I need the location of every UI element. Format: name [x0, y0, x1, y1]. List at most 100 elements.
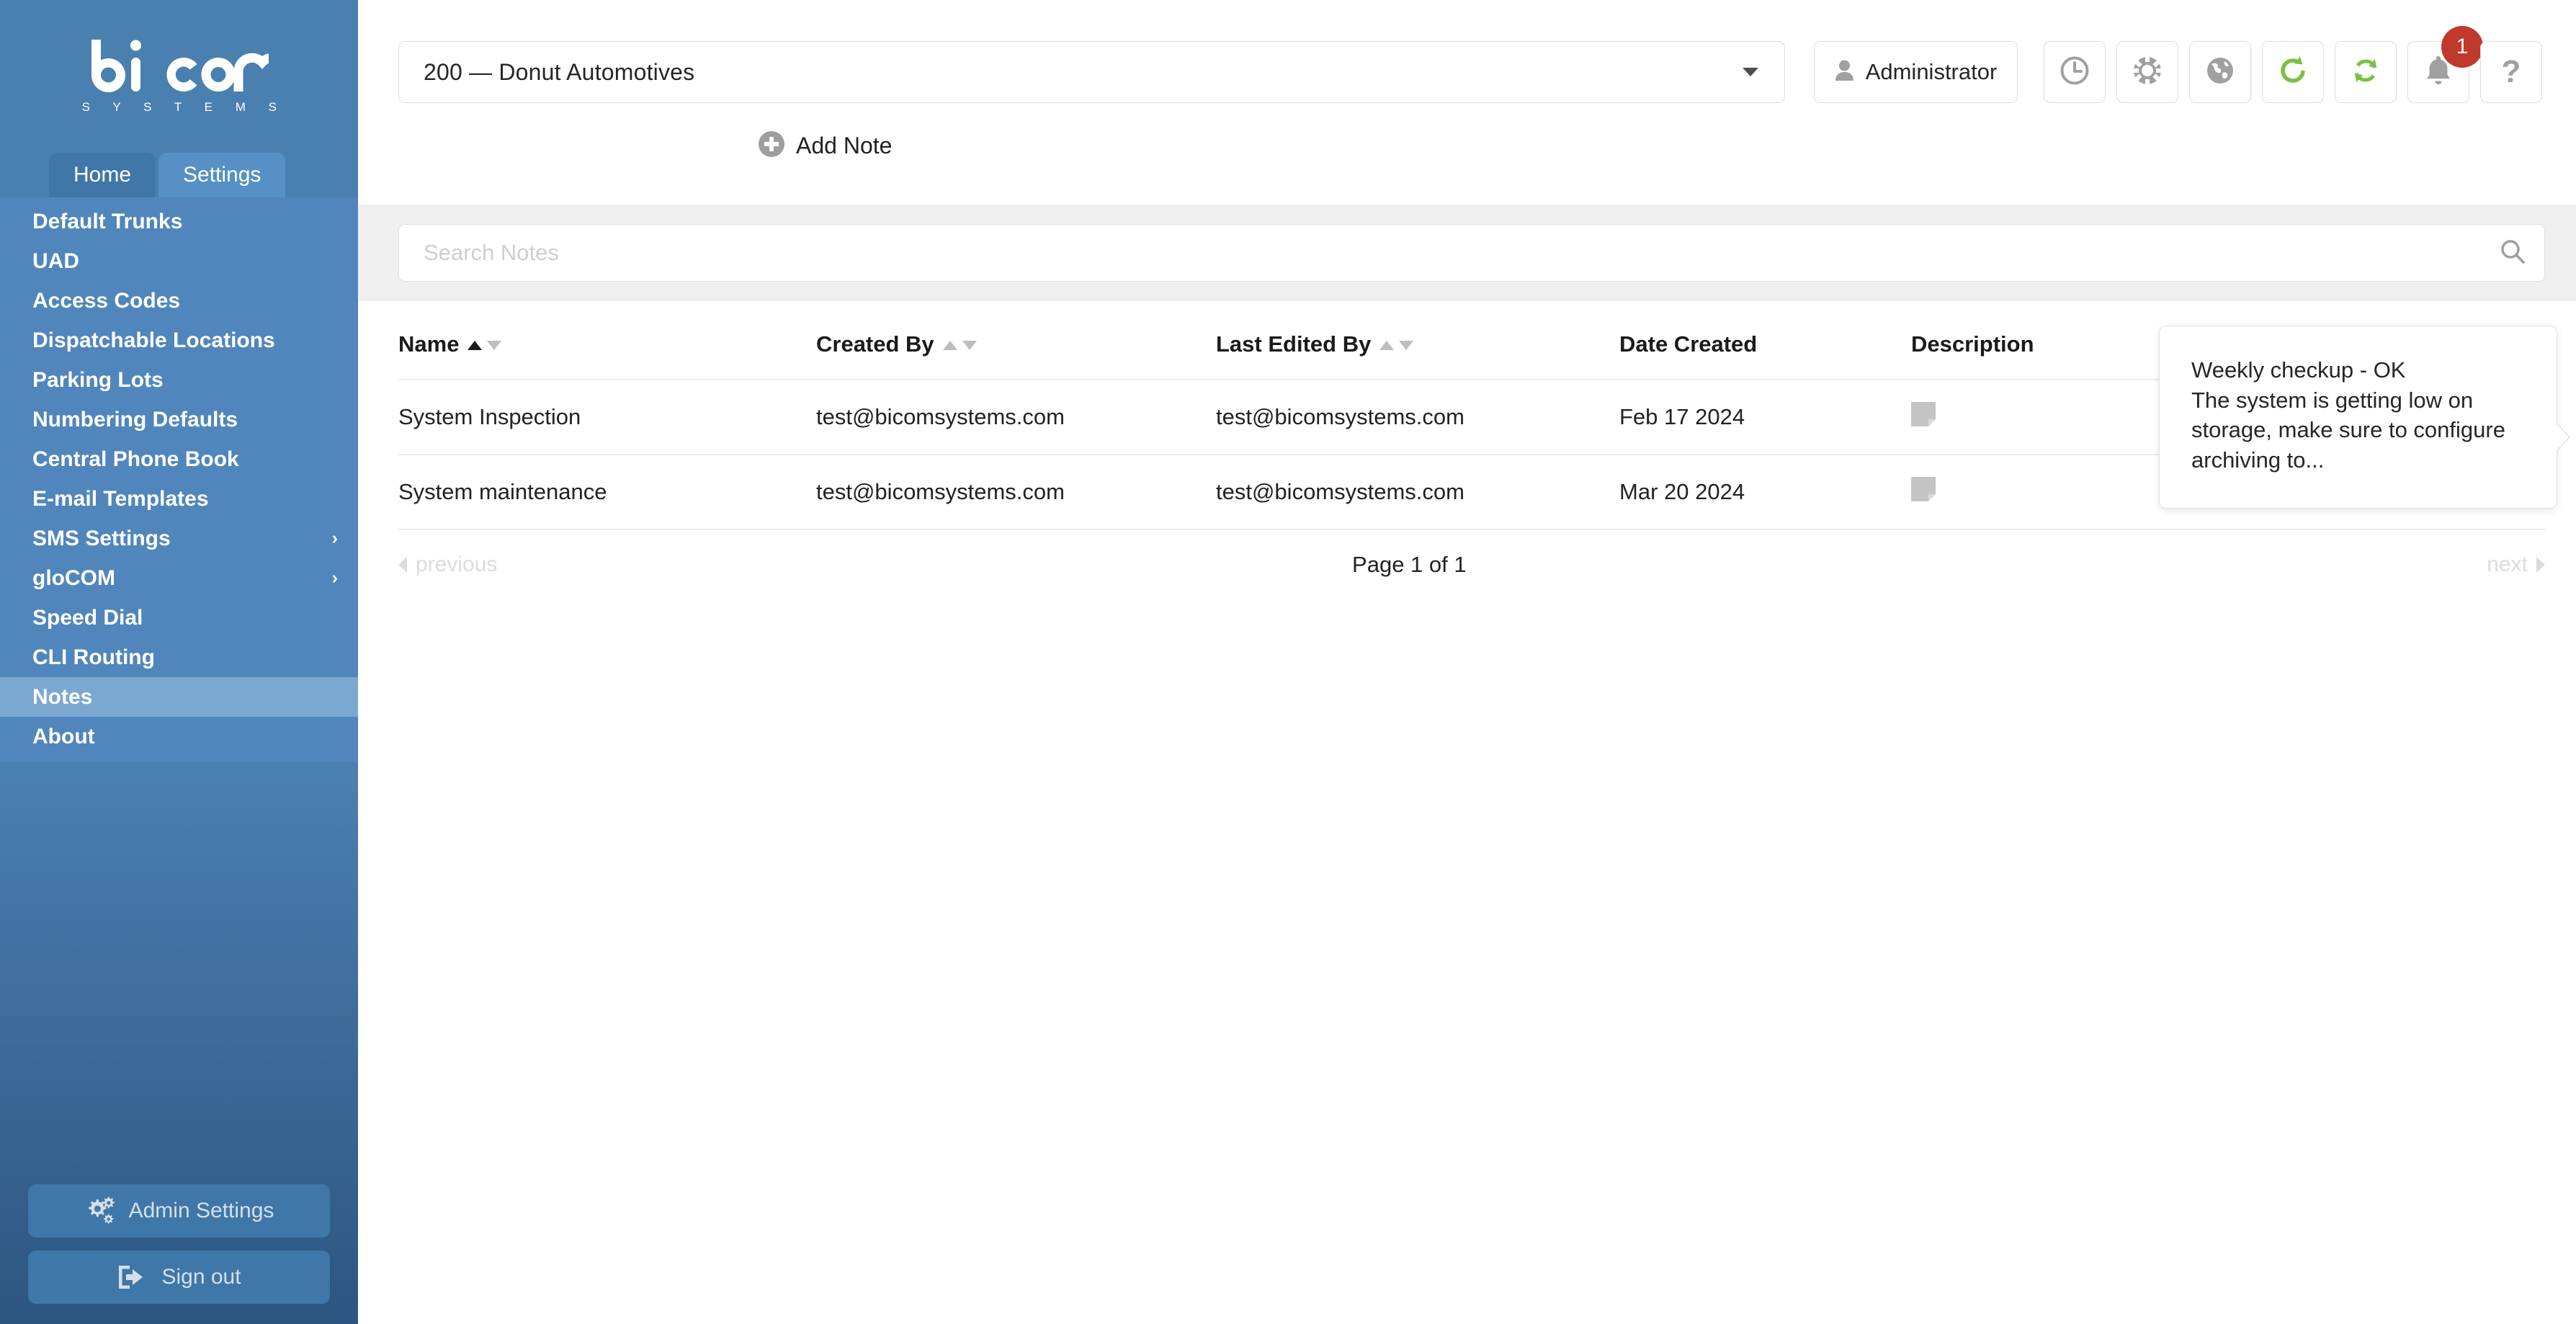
sidebar-item-label: SMS Settings — [32, 526, 171, 550]
tab-home[interactable]: Home — [49, 153, 156, 197]
sort-desc-icon[interactable] — [487, 341, 502, 350]
arrow-right-icon — [2536, 557, 2545, 573]
lifebuoy-icon — [2132, 55, 2163, 89]
column-header-created-by[interactable]: Created By — [816, 301, 1216, 380]
reload-icon — [2278, 55, 2308, 89]
sidebar-actions: Admin Settings Sign out — [0, 1171, 358, 1324]
column-header-label: Last Edited By — [1216, 331, 1372, 357]
notifications-button[interactable]: 1 — [2407, 26, 2483, 103]
sort-desc-icon[interactable] — [1399, 341, 1414, 350]
cell-date-created: Feb 17 2024 — [1619, 380, 1911, 455]
sort-controls[interactable] — [1379, 341, 1414, 350]
sidebar-tabs: Home Settings — [0, 144, 358, 197]
sidebar-item-access-codes[interactable]: Access Codes — [0, 281, 358, 321]
brand-logo: S Y S T E M S — [0, 0, 358, 144]
sort-asc-icon[interactable] — [1379, 341, 1395, 350]
sort-asc-icon[interactable] — [468, 341, 483, 350]
note-preview-icon[interactable] — [1911, 402, 1936, 432]
column-header-date-created[interactable]: Date Created — [1619, 301, 1911, 380]
column-header-label: Date Created — [1619, 331, 1758, 357]
sidebar-item-parking-lots[interactable]: Parking Lots — [0, 360, 358, 400]
sidebar-item-label: Central Phone Book — [32, 447, 239, 471]
sort-controls[interactable] — [468, 341, 502, 350]
support-button[interactable] — [2116, 41, 2178, 103]
search-icon[interactable] — [2500, 238, 2526, 268]
sidebar-item-default-trunks[interactable]: Default Trunks — [0, 202, 358, 241]
sidebar-item-label: Dispatchable Locations — [32, 328, 275, 352]
next-label: next — [2487, 553, 2528, 576]
cell-created-by: test@bicomsystems.com — [816, 455, 1216, 530]
previous-label: previous — [416, 553, 498, 576]
cell-created-by: test@bicomsystems.com — [816, 380, 1216, 455]
cell-date-created: Mar 20 2024 — [1619, 455, 1911, 530]
chevron-right-icon: › — [331, 528, 338, 548]
add-note-label: Add Note — [796, 133, 893, 158]
sign-out-label: Sign out — [161, 1265, 241, 1289]
sidebar-item-about[interactable]: About — [0, 717, 358, 756]
sync-button[interactable] — [2335, 41, 2397, 103]
globe-button[interactable] — [2189, 41, 2251, 103]
sidebar-item-cli-routing[interactable]: CLI Routing — [0, 638, 358, 677]
sidebar-item-numbering-defaults[interactable]: Numbering Defaults — [0, 400, 358, 439]
sidebar-item-label: Access Codes — [32, 288, 181, 313]
gears-icon — [84, 1196, 115, 1225]
company-selector[interactable]: 200 — Donut Automotives — [398, 41, 1785, 103]
next-page-button[interactable]: next — [2487, 553, 2545, 577]
sort-asc-icon[interactable] — [942, 341, 957, 350]
sidebar-item-central-phone-book[interactable]: Central Phone Book — [0, 439, 358, 479]
tab-settings[interactable]: Settings — [158, 153, 286, 197]
column-header-name[interactable]: Name — [398, 301, 816, 380]
chevron-down-icon — [1743, 68, 1758, 76]
clock-button[interactable] — [2044, 41, 2106, 103]
add-note-row: Add Note — [358, 131, 2576, 183]
column-header-last-edited-by[interactable]: Last Edited By — [1216, 301, 1619, 380]
sidebar-item-label: CLI Routing — [32, 645, 155, 669]
sort-controls[interactable] — [942, 341, 977, 350]
tooltip-line-1: Weekly checkup - OK — [2191, 357, 2406, 383]
add-note-button[interactable]: Add Note — [759, 131, 892, 161]
sidebar-item-label: Parking Lots — [32, 367, 164, 392]
cell-name: System maintenance — [398, 455, 816, 530]
previous-page-button[interactable]: previous — [398, 553, 497, 577]
sidebar-item-label: E-mail Templates — [32, 486, 209, 511]
sidebar-menu: Default Trunks UAD Access Codes Dispatch… — [0, 197, 358, 762]
help-button[interactable]: ? — [2480, 41, 2542, 103]
sidebar-item-email-templates[interactable]: E-mail Templates — [0, 479, 358, 519]
globe-icon — [2205, 55, 2235, 89]
plus-circle-icon — [759, 131, 784, 161]
user-menu-button[interactable]: Administrator — [1814, 41, 2018, 103]
notification-badge: 1 — [2441, 26, 2483, 68]
search-input[interactable] — [424, 240, 2500, 266]
sidebar-item-label: Default Trunks — [32, 209, 183, 233]
tooltip-line-2: The system is getting low on storage, ma… — [2191, 387, 2512, 473]
clock-icon — [2060, 55, 2090, 89]
sidebar-item-speed-dial[interactable]: Speed Dial — [0, 598, 358, 638]
admin-settings-button[interactable]: Admin Settings — [28, 1184, 330, 1238]
note-preview-icon[interactable] — [1911, 477, 1936, 507]
admin-settings-label: Admin Settings — [128, 1199, 274, 1222]
sidebar-item-notes[interactable]: Notes — [0, 677, 358, 717]
tooltip-arrow — [2556, 424, 2569, 451]
search-box[interactable] — [398, 224, 2545, 282]
sign-out-button[interactable]: Sign out — [28, 1251, 330, 1304]
page-indicator: Page 1 of 1 — [1352, 552, 1467, 577]
sidebar-item-dispatchable-locations[interactable]: Dispatchable Locations — [0, 321, 358, 360]
brand-subtitle: S Y S T E M S — [81, 100, 287, 114]
user-name-label: Administrator — [1865, 59, 1998, 84]
main-content: 200 — Donut Automotives Administrator 1 … — [358, 0, 2576, 1324]
sidebar-item-label: Numbering Defaults — [32, 407, 238, 431]
note-description-tooltip: Weekly checkup - OK The system is gettin… — [2159, 326, 2570, 509]
column-header-label: Name — [398, 331, 460, 357]
bicom-logo-icon — [89, 38, 291, 97]
sidebar-item-sms-settings[interactable]: SMS Settings › — [0, 519, 358, 558]
sidebar-item-label: Notes — [32, 684, 93, 709]
sidebar-item-uad[interactable]: UAD — [0, 241, 358, 281]
sidebar-item-label: UAD — [32, 249, 79, 273]
sidebar-item-glocom[interactable]: gloCOM › — [0, 558, 358, 598]
company-selector-value: 200 — Donut Automotives — [424, 58, 695, 85]
reload-button[interactable] — [2262, 41, 2324, 103]
sort-desc-icon[interactable] — [962, 341, 977, 350]
top-bar: 200 — Donut Automotives Administrator 1 … — [358, 0, 2576, 144]
toolbar-icons: 1 ? — [2044, 26, 2542, 103]
